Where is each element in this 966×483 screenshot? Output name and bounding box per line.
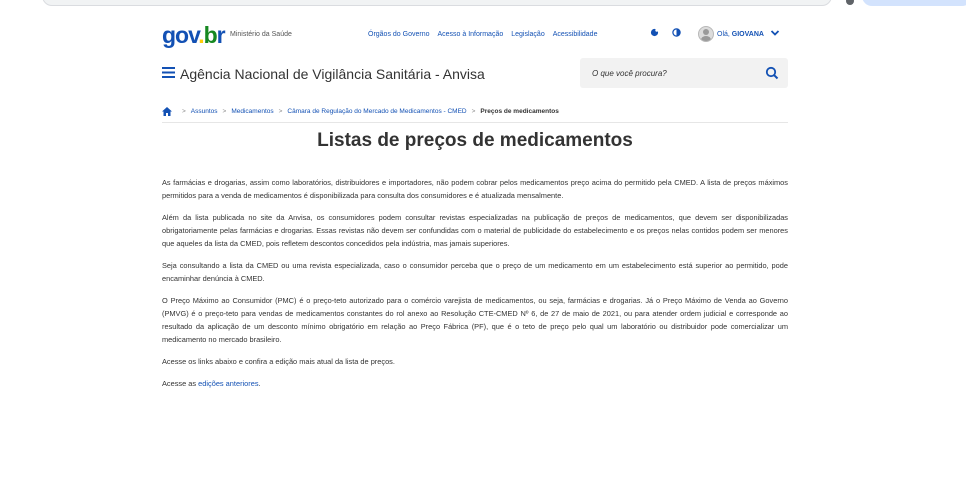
gov-links: Órgãos do Governo Acesso à Informação Le… <box>368 31 597 38</box>
breadcrumb-separator: > <box>278 107 283 115</box>
last-line-prefix: Acesse as <box>162 379 199 388</box>
link-legislacao[interactable]: Legislação <box>511 31 544 38</box>
link-edicoes-anteriores[interactable]: edições anteriores <box>198 379 258 388</box>
breadcrumb-separator: > <box>471 107 476 115</box>
logo-part-r: r <box>216 22 226 48</box>
gov-top-bar: gov.br Ministério da Saúde Órgãos do Gov… <box>162 22 788 48</box>
logo-part-b: b <box>203 22 218 48</box>
search-input[interactable] <box>592 66 752 80</box>
breadcrumb-divider <box>162 122 788 123</box>
govbr-logo[interactable]: gov.br <box>162 22 226 48</box>
home-icon[interactable] <box>162 106 172 116</box>
paragraph-4: O Preço Máximo ao Consumidor (PMC) é o p… <box>162 296 788 344</box>
breadcrumb-separator: > <box>222 107 227 115</box>
last-line-suffix: . <box>258 379 261 388</box>
browser-profile-pill[interactable] <box>862 0 966 6</box>
page-title: Listas de preços de medicamentos <box>317 130 633 151</box>
paragraph-2: Além da lista publicada no site da Anvis… <box>162 213 788 248</box>
browser-extension-icon[interactable] <box>846 0 854 5</box>
breadcrumb-separator: > <box>182 107 186 115</box>
paragraph-5: Acesse os links abaixo e confira a ediçã… <box>162 357 395 366</box>
browser-address-bar[interactable] <box>42 0 832 6</box>
browser-top-strip <box>0 0 966 8</box>
article-body: As farmácias e drogarias, assim como lab… <box>162 176 788 399</box>
site-header: Agência Nacional de Vigilância Sanitária… <box>162 58 788 90</box>
breadcrumb-current: Preços de medicamentos <box>480 107 559 115</box>
user-greeting[interactable]: Olá, GIOVANA <box>717 31 764 38</box>
paragraph-6: Acesse as edições anteriores. <box>162 377 788 390</box>
user-name: GIOVANA <box>731 31 764 38</box>
breadcrumb: > Assuntos > Medicamentos > Câmara de Re… <box>162 104 788 118</box>
user-greeting-text: Olá, <box>717 31 730 38</box>
cookie-settings-icon[interactable] <box>650 28 659 37</box>
logo-part-gov: gov <box>162 22 199 48</box>
paragraph-3: Seja consultando a lista da CMED ou uma … <box>162 261 788 283</box>
link-acessibilidade[interactable]: Acessibilidade <box>553 31 598 38</box>
hamburger-menu-icon[interactable] <box>162 67 175 78</box>
chevron-down-icon[interactable] <box>770 28 780 38</box>
user-avatar[interactable] <box>698 26 714 42</box>
breadcrumb-medicamentos[interactable]: Medicamentos <box>231 108 273 115</box>
paragraph-1: As farmácias e drogarias, assim como lab… <box>162 178 788 200</box>
search-icon[interactable] <box>765 66 779 80</box>
ministry-name: Ministério da Saúde <box>230 31 292 38</box>
breadcrumb-cmed[interactable]: Câmara de Regulação do Mercado de Medica… <box>287 108 466 115</box>
link-acesso-informacao[interactable]: Acesso à Informação <box>437 31 503 38</box>
site-title[interactable]: Agência Nacional de Vigilância Sanitária… <box>180 66 485 82</box>
contrast-icon[interactable] <box>672 28 681 37</box>
link-orgaos-governo[interactable]: Órgãos do Governo <box>368 31 429 38</box>
search-box <box>580 58 788 88</box>
breadcrumb-assuntos[interactable]: Assuntos <box>191 108 218 115</box>
